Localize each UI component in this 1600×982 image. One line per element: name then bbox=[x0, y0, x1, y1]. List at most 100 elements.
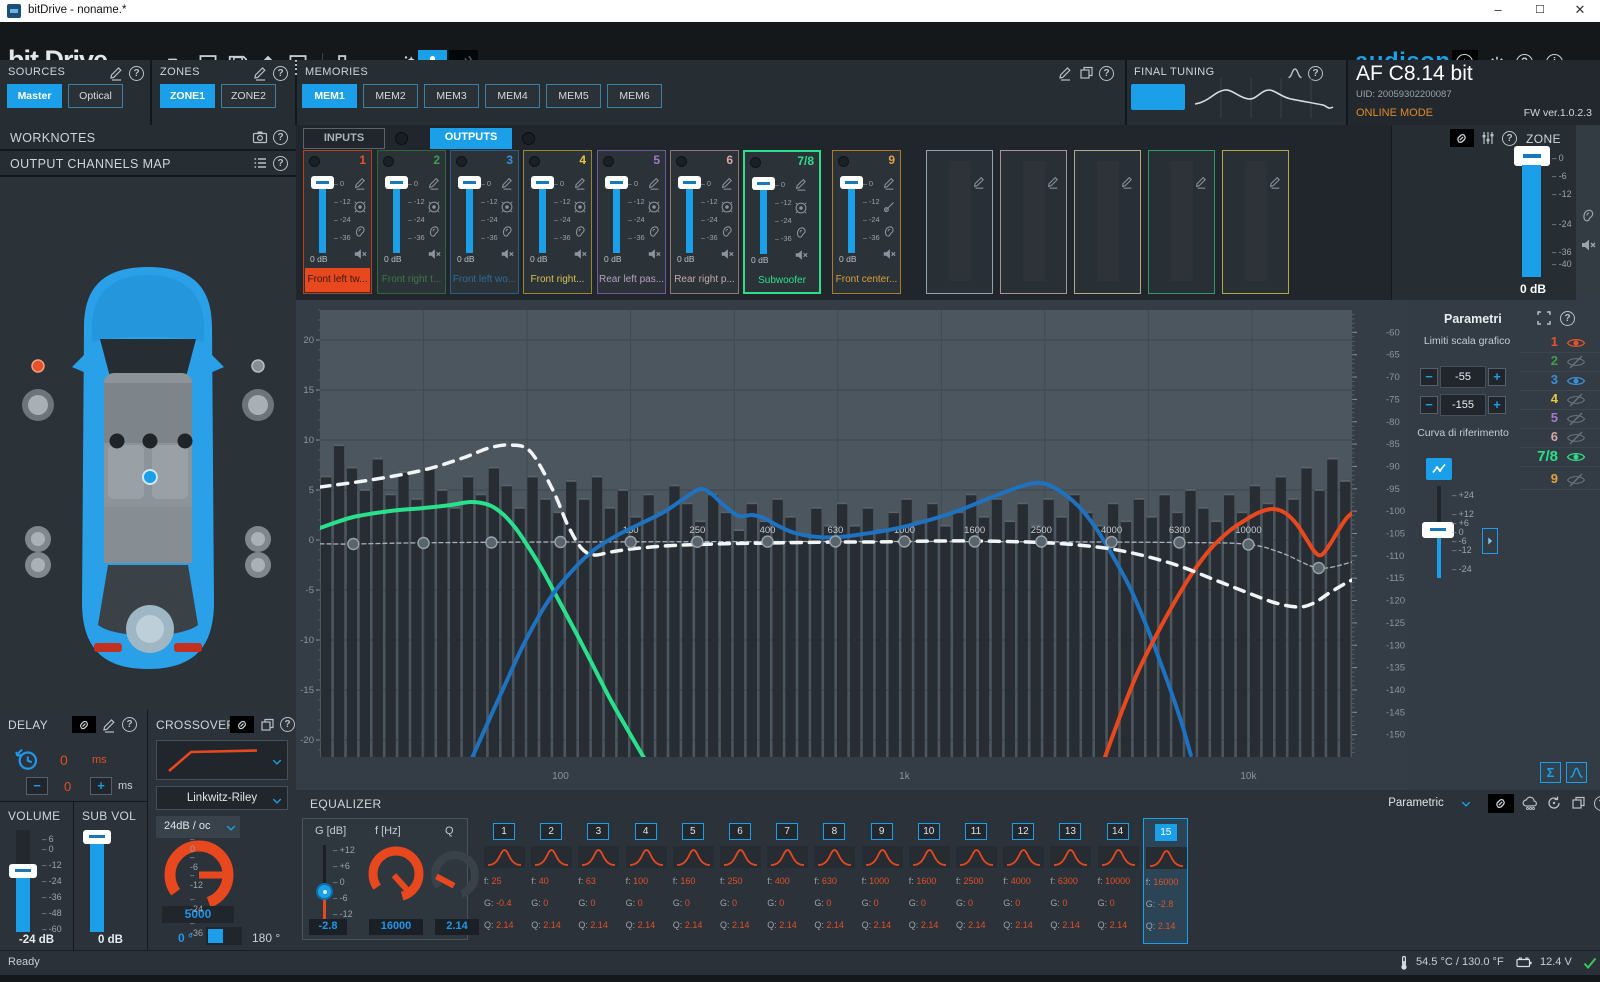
speaker-settings-icon[interactable] bbox=[353, 200, 367, 214]
speaker-settings-icon[interactable] bbox=[720, 200, 734, 214]
help-icon[interactable]: ? bbox=[280, 717, 295, 732]
reference-curve-button[interactable] bbox=[1426, 458, 1452, 480]
help-icon[interactable]: ? bbox=[1502, 131, 1517, 146]
edit-icon[interactable] bbox=[882, 176, 896, 190]
channel-name[interactable]: Front right... bbox=[525, 268, 590, 292]
eq-point-handle[interactable] bbox=[1036, 536, 1047, 547]
channel-fader-handle[interactable] bbox=[752, 177, 775, 190]
listen-icon[interactable] bbox=[353, 224, 367, 238]
output-channel-strip[interactable]: 9 0-12-24-36 0 dB Front center... bbox=[832, 150, 901, 294]
scale-min-plus-button[interactable]: + bbox=[1488, 396, 1506, 414]
channel-name[interactable]: Rear right p... bbox=[672, 268, 737, 292]
alignment-dropdown[interactable]: Linkwitz-Riley bbox=[156, 786, 288, 810]
eq-band[interactable]: 8 f: 630 G: 0 Q: 2.14 bbox=[812, 818, 857, 944]
channel-led[interactable] bbox=[750, 157, 761, 168]
empty-channel-slot[interactable] bbox=[1000, 150, 1067, 294]
channel-fader-track[interactable] bbox=[393, 189, 400, 253]
edit-icon[interactable] bbox=[353, 176, 367, 190]
channel-fader-track[interactable] bbox=[848, 189, 855, 253]
eq-point-handle[interactable] bbox=[762, 536, 773, 547]
eq-band[interactable]: 5 f: 160 G: 0 Q: 2.14 bbox=[671, 818, 716, 944]
eq-band[interactable]: 9 f: 1000 G: 0 Q: 2.14 bbox=[860, 818, 905, 944]
eq-band[interactable]: 14 f: 10000 G: 0 Q: 2.14 bbox=[1096, 818, 1141, 944]
listen-icon[interactable] bbox=[573, 224, 587, 238]
eq-band-number[interactable]: 8 bbox=[823, 823, 845, 840]
mute-icon[interactable] bbox=[353, 247, 367, 261]
eq-band-number[interactable]: 11 bbox=[965, 823, 987, 840]
channel-fader-handle[interactable] bbox=[678, 176, 701, 189]
eq-point-handle[interactable] bbox=[555, 537, 566, 548]
car-map[interactable] bbox=[0, 177, 296, 710]
gain-value[interactable]: -2.8 bbox=[309, 919, 347, 935]
empty-channel-slot[interactable] bbox=[926, 150, 993, 294]
eq-band[interactable]: 6 f: 250 G: 0 Q: 2.14 bbox=[718, 818, 763, 944]
channel-name[interactable]: Front center... bbox=[834, 268, 899, 292]
memory-button-mem2[interactable]: MEM2 bbox=[363, 84, 418, 108]
eq-point-handle[interactable] bbox=[899, 536, 910, 547]
eq-point-handle[interactable] bbox=[418, 538, 429, 549]
mixer-icon[interactable] bbox=[1480, 130, 1496, 146]
source-button-optical[interactable]: Optical bbox=[68, 84, 123, 108]
mute-icon[interactable] bbox=[882, 247, 896, 261]
channel-led[interactable] bbox=[456, 156, 467, 167]
output-channel-strip[interactable]: 3 0-12-24-36 0 dB Front left wo... bbox=[450, 150, 519, 294]
tab-inputs[interactable]: INPUTS bbox=[303, 128, 385, 149]
scale-min-minus-button[interactable]: − bbox=[1420, 396, 1438, 414]
eq-band[interactable]: 15 f: 16000 G: -2.8 Q: 2.14 bbox=[1143, 818, 1188, 944]
edit-icon[interactable] bbox=[573, 176, 587, 190]
channel-name[interactable]: Subwoofer bbox=[746, 269, 818, 291]
edit-icon[interactable] bbox=[1194, 175, 1208, 189]
edit-icon[interactable] bbox=[108, 65, 124, 81]
scale-min-value[interactable]: -155 bbox=[1440, 394, 1486, 416]
phase-toggle[interactable] bbox=[206, 927, 242, 945]
channel-name[interactable]: Front left wo... bbox=[452, 268, 517, 292]
response-graph-panel[interactable]: 1602504006301000160025004000630010000201… bbox=[296, 300, 1408, 790]
eq-band[interactable]: 12 f: 4000 G: 0 Q: 2.14 bbox=[1001, 818, 1046, 944]
zone-fader-handle[interactable] bbox=[1514, 146, 1550, 166]
eq-band[interactable]: 1 f: 25 G: -0.4 Q: 2.14 bbox=[482, 818, 527, 944]
freq-value[interactable]: 16000 bbox=[369, 919, 423, 935]
visibility-eye-icon[interactable] bbox=[1566, 335, 1586, 351]
eq-band-number[interactable]: 2 bbox=[540, 823, 562, 840]
speaker-settings-icon[interactable] bbox=[647, 200, 661, 214]
zone-button-zone1[interactable]: ZONE1 bbox=[160, 84, 215, 108]
channel-fader-handle[interactable] bbox=[458, 176, 481, 189]
mute-icon[interactable] bbox=[647, 247, 661, 261]
q-knob[interactable] bbox=[429, 845, 485, 905]
final-tuning-button[interactable] bbox=[1131, 84, 1185, 110]
channel-list-number[interactable]: 2 bbox=[1520, 353, 1558, 368]
slope-dropdown[interactable]: 24dB / oc bbox=[156, 816, 240, 838]
channel-led[interactable] bbox=[383, 156, 394, 167]
eq-point-handle[interactable] bbox=[625, 537, 636, 548]
mute-icon[interactable] bbox=[720, 247, 734, 261]
channel-fader-track[interactable] bbox=[539, 189, 546, 253]
memory-button-mem5[interactable]: MEM5 bbox=[546, 84, 601, 108]
zone-button-zone2[interactable]: ZONE2 bbox=[221, 84, 276, 108]
mute-icon[interactable] bbox=[573, 247, 587, 261]
mute-icon[interactable] bbox=[500, 247, 514, 261]
channel-led[interactable] bbox=[838, 156, 849, 167]
eq-point-handle[interactable] bbox=[1106, 537, 1117, 548]
edit-icon[interactable] bbox=[720, 176, 734, 190]
reset-icon[interactable] bbox=[1546, 795, 1562, 811]
channel-list-number[interactable]: 1 bbox=[1520, 334, 1558, 349]
eq-band[interactable]: 4 f: 100 G: 0 Q: 2.14 bbox=[624, 818, 669, 944]
channel-fader-handle[interactable] bbox=[385, 176, 408, 189]
channel-name[interactable]: Front left tw... bbox=[305, 268, 370, 292]
tab-outputs[interactable]: OUTPUTS bbox=[430, 128, 512, 149]
output-channel-strip[interactable]: 4 0-12-24-36 0 dB Front right... bbox=[523, 150, 592, 294]
channel-fader-track[interactable] bbox=[466, 189, 473, 253]
speaker-settings-icon[interactable] bbox=[427, 200, 441, 214]
channel-fader-track[interactable] bbox=[613, 189, 620, 253]
channel-list-number[interactable]: 9 bbox=[1520, 471, 1558, 486]
eq-point-handle[interactable] bbox=[1313, 563, 1324, 574]
channel-led[interactable] bbox=[603, 156, 614, 167]
help-icon[interactable]: ? bbox=[122, 717, 137, 732]
reference-fader-handle[interactable] bbox=[1422, 522, 1454, 538]
eq-band[interactable]: 2 f: 40 G: 0 Q: 2.14 bbox=[529, 818, 574, 944]
memory-button-mem6[interactable]: MEM6 bbox=[607, 84, 662, 108]
maximize-button[interactable]: ☐ bbox=[1520, 0, 1560, 22]
gain-slider-handle[interactable] bbox=[316, 883, 333, 900]
channel-name[interactable]: Front right t... bbox=[379, 268, 444, 292]
eq-band-number[interactable]: 12 bbox=[1012, 823, 1034, 840]
